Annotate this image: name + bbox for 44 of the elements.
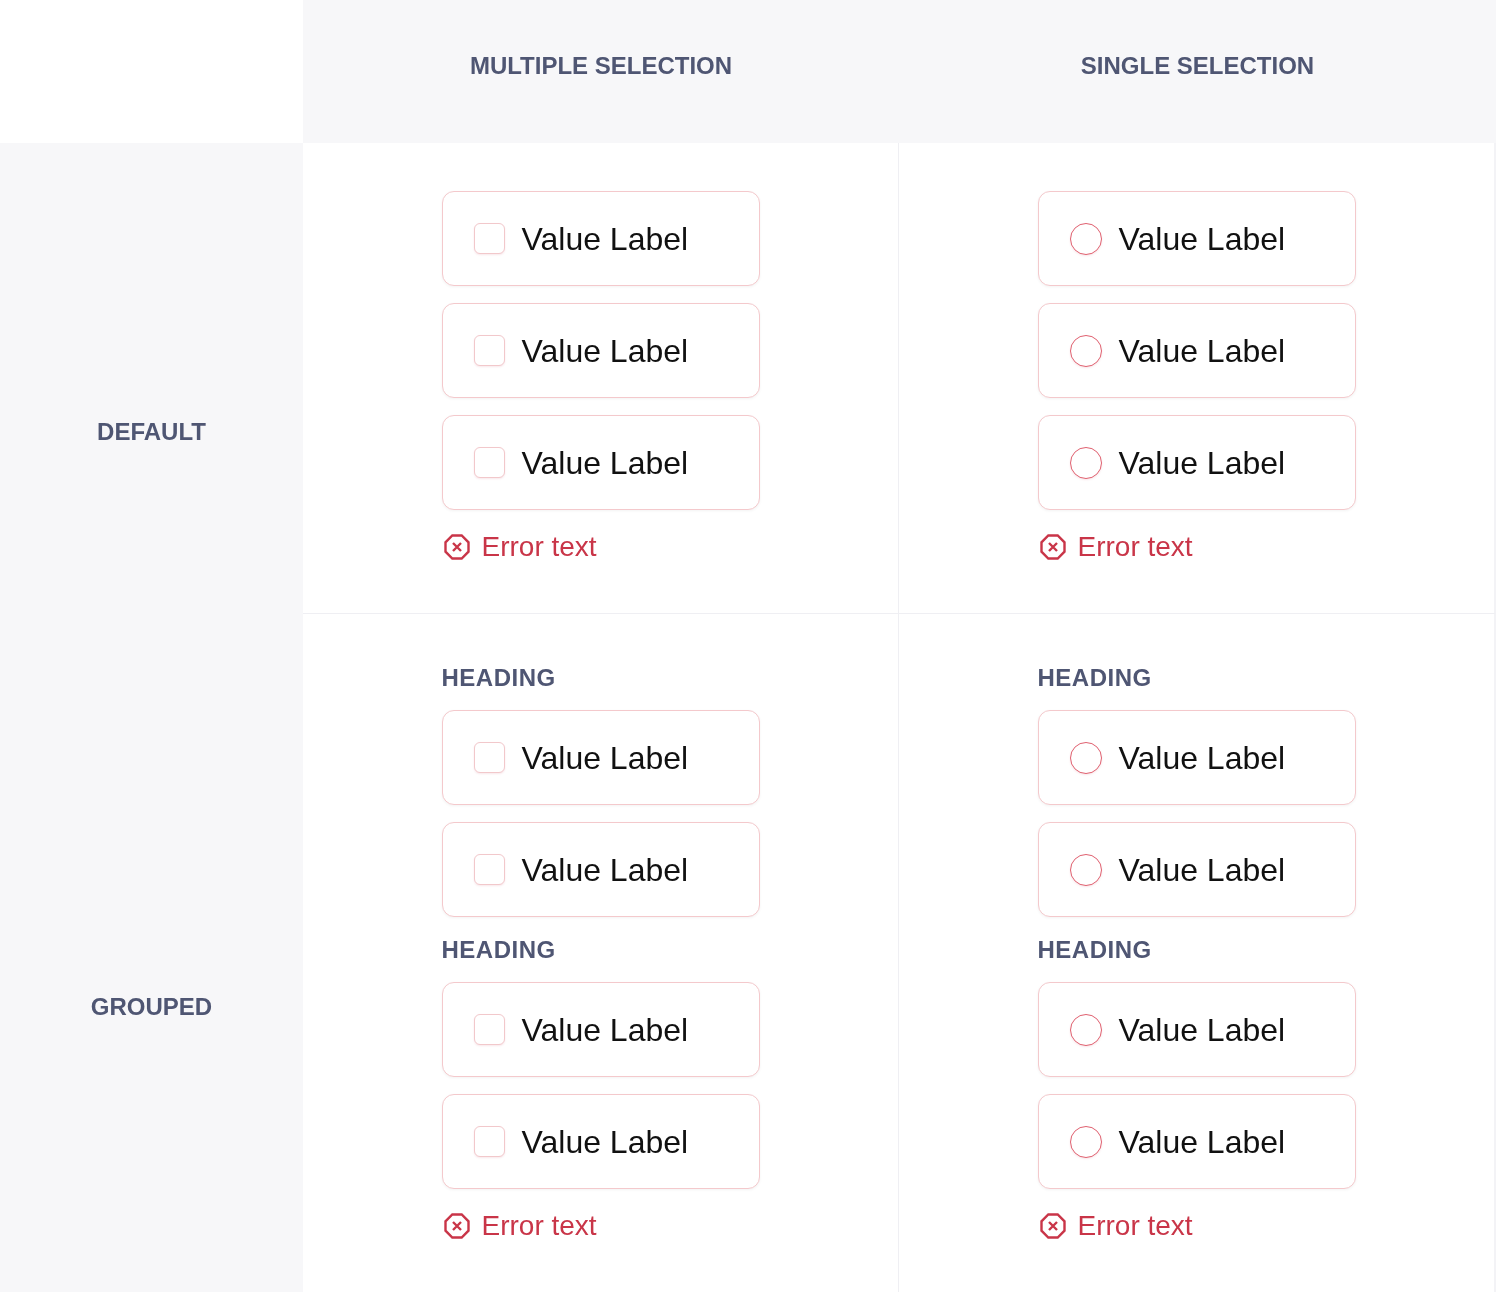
radio-button[interactable] <box>1069 446 1102 479</box>
group-heading: HEADING <box>1037 935 1153 965</box>
radio-button[interactable] <box>1069 1013 1102 1046</box>
radio-button[interactable] <box>1069 741 1102 774</box>
checkbox-option[interactable]: Value Label <box>441 191 760 286</box>
group-heading: HEADING <box>1037 663 1153 693</box>
error-icon <box>1039 534 1066 560</box>
checkbox[interactable] <box>473 335 505 366</box>
radio-option[interactable]: Value Label <box>1037 1094 1356 1189</box>
radio-option[interactable]: Value Label <box>1037 303 1356 398</box>
error-text: Error text <box>481 531 597 563</box>
error-text: Error text <box>1077 1210 1193 1242</box>
error-icon <box>443 534 470 560</box>
column-title: SINGLE SELECTION <box>1080 50 1315 81</box>
row-title: DEFAULT <box>97 417 206 447</box>
checkbox[interactable] <box>473 447 505 478</box>
column-title: MULTIPLE SELECTION <box>469 50 733 81</box>
radio-option[interactable]: Value Label <box>1037 710 1356 805</box>
group-heading: HEADING <box>441 663 557 693</box>
checkbox[interactable] <box>473 1126 505 1157</box>
error-text: Error text <box>481 1210 597 1242</box>
radio-button[interactable] <box>1069 222 1102 255</box>
checkbox-option[interactable]: Value Label <box>441 1094 760 1189</box>
checkbox-option[interactable]: Value Label <box>441 710 760 805</box>
checkbox[interactable] <box>473 742 505 773</box>
row-title: GROUPED <box>90 992 213 1022</box>
checkbox-option[interactable]: Value Label <box>441 303 760 398</box>
radio-button[interactable] <box>1069 853 1102 886</box>
radio-button[interactable] <box>1069 334 1102 367</box>
error-icon <box>443 1213 470 1239</box>
radio-option[interactable]: Value Label <box>1037 982 1356 1077</box>
checkbox-option[interactable]: Value Label <box>441 982 760 1077</box>
radio-option[interactable]: Value Label <box>1037 191 1356 286</box>
radio-option[interactable]: Value Label <box>1037 415 1356 510</box>
error-icon <box>1039 1213 1066 1239</box>
checkbox[interactable] <box>473 223 505 254</box>
checkbox-option[interactable]: Value Label <box>441 822 760 917</box>
error-text: Error text <box>1077 531 1193 563</box>
checkbox[interactable] <box>473 1014 505 1045</box>
radio-button[interactable] <box>1069 1125 1102 1158</box>
checkbox[interactable] <box>473 854 505 885</box>
radio-option[interactable]: Value Label <box>1037 822 1356 917</box>
checkbox-option[interactable]: Value Label <box>441 415 760 510</box>
group-heading: HEADING <box>441 935 557 965</box>
